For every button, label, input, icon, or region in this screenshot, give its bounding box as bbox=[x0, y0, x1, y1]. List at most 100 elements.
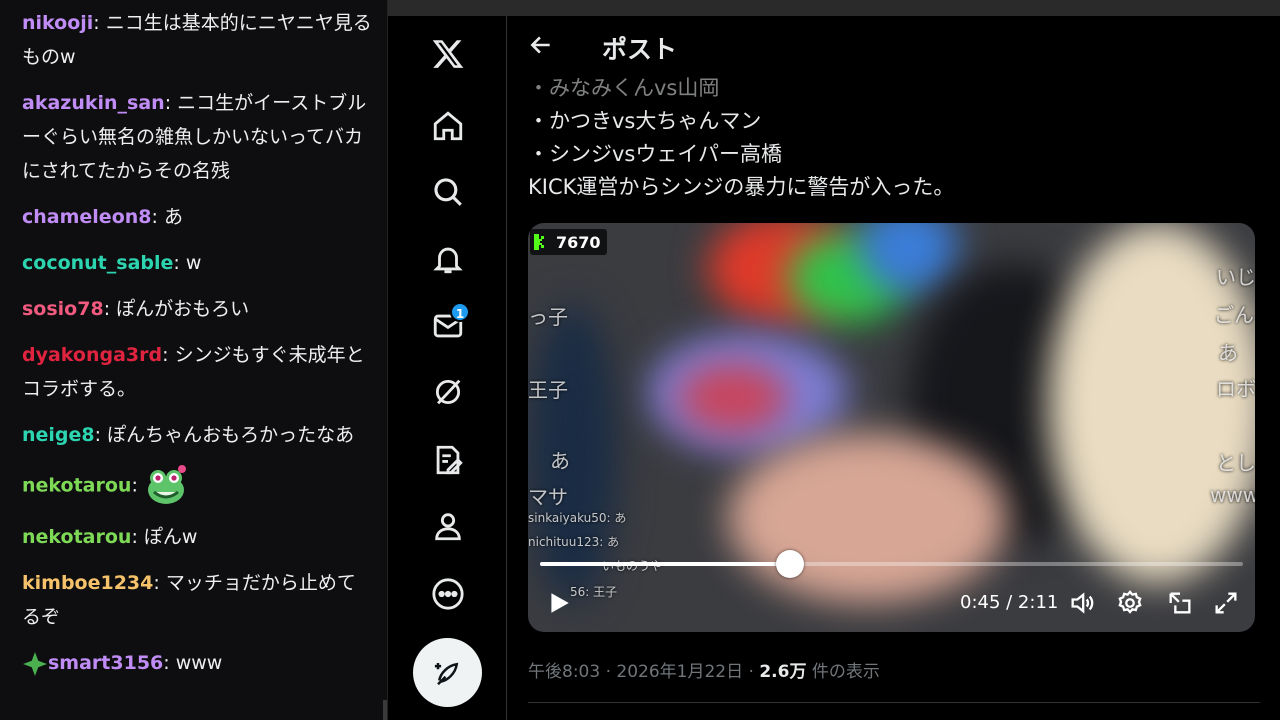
browser-top-strip bbox=[388, 0, 1280, 16]
chat-message: kimboe1234: マッチョだから止めてるぞ bbox=[22, 566, 373, 634]
chat-text: ぽんw bbox=[143, 526, 198, 548]
chat-username[interactable]: smart3156 bbox=[48, 652, 163, 674]
overlay-comment: sinkaiyaku50: あ bbox=[528, 511, 627, 525]
chat-colon: : bbox=[93, 12, 106, 34]
chat-message: chameleon8: あ bbox=[22, 200, 373, 234]
volume-icon[interactable] bbox=[1068, 589, 1096, 617]
overlay-comment: とし bbox=[1216, 451, 1255, 475]
meta-separator: · bbox=[748, 662, 754, 682]
chat-colon: : bbox=[153, 572, 166, 594]
chat-message: nikooji: ニコ生は基本的にニヤニヤ見るものw bbox=[22, 6, 373, 74]
profile-icon[interactable] bbox=[428, 506, 468, 546]
view-count: 2.6万 bbox=[759, 662, 807, 682]
home-icon[interactable] bbox=[428, 106, 468, 146]
post-time[interactable]: 午後8:03 bbox=[528, 662, 600, 682]
tweet-text: ・みなみくんvs山岡 ・かつきvs大ちゃんマン ・シンジvsウェイパー高橋 KI… bbox=[528, 76, 1268, 204]
chat-message: coconut_sable: w bbox=[22, 246, 373, 280]
chat-username[interactable]: akazukin_san bbox=[22, 92, 165, 114]
main-column: ポスト ・みなみくんvs山岡 ・かつきvs大ちゃんマン ・シンジvsウェイパー高… bbox=[508, 16, 1280, 720]
chat-message: akazukin_san: ニコ生がイーストブルーぐらい無名の雑魚しかいないって… bbox=[22, 86, 373, 188]
tweet-line: ・シンジvsウェイパー高橋 bbox=[528, 142, 782, 166]
chat-colon: : bbox=[94, 424, 108, 446]
video-player[interactable]: 7670 っ子 王子 あ マサ ロボ いじ ごん あ とし www sinkai… bbox=[528, 223, 1255, 632]
overlay-comment: ごん bbox=[1214, 303, 1254, 327]
x-logo-icon[interactable] bbox=[428, 34, 468, 74]
chat-text: ぽんちゃんおもろかったなあ bbox=[107, 424, 355, 446]
frog-emote-icon bbox=[147, 465, 186, 504]
overlay-comment: いじ bbox=[1216, 265, 1255, 289]
overlay-comment: 王子 bbox=[528, 378, 568, 402]
chat-username[interactable]: dyakonga3rd bbox=[22, 344, 162, 366]
x-sidebar-nav: 1 bbox=[388, 16, 507, 720]
overlay-comment: ロボ bbox=[1216, 377, 1255, 401]
chat-scrollbar[interactable] bbox=[383, 700, 387, 720]
chat-colon: : bbox=[131, 526, 144, 548]
chat-message: nekotarou: bbox=[22, 464, 373, 508]
video-progress-fill bbox=[540, 562, 791, 566]
kick-logo-icon bbox=[534, 234, 544, 250]
play-button[interactable] bbox=[546, 589, 572, 617]
explore-icon[interactable] bbox=[428, 172, 468, 212]
view-count-label: 件の表示 bbox=[811, 662, 880, 682]
compose-icon bbox=[434, 662, 458, 685]
overlay-comment: あ bbox=[1218, 341, 1238, 365]
overlay-comment: っ子 bbox=[528, 305, 568, 329]
chat-message-list: nikooji: ニコ生は基本的にニヤニヤ見るものw akazukin_san: … bbox=[0, 0, 387, 680]
settings-gear-icon[interactable] bbox=[1116, 589, 1144, 617]
chat-username[interactable]: coconut_sable bbox=[22, 252, 173, 274]
video-frame-blob bbox=[678, 363, 788, 433]
messages-icon[interactable]: 1 bbox=[428, 302, 470, 346]
chat-text: www bbox=[175, 652, 223, 674]
chat-colon: : bbox=[151, 206, 164, 228]
chat-colon: : bbox=[173, 252, 186, 274]
kick-viewer-count: 7670 bbox=[556, 232, 601, 252]
overlay-comment: あ bbox=[550, 449, 570, 473]
chat-message: nekotarou: ぽんw bbox=[22, 520, 373, 554]
notifications-icon[interactable] bbox=[428, 239, 468, 279]
chat-colon: : bbox=[162, 344, 175, 366]
messages-badge: 1 bbox=[450, 302, 470, 322]
chat-message: smart3156: www bbox=[22, 646, 373, 680]
post-meta: 午後8:03 · 2026年1月22日 · 2.6万 件の表示 bbox=[528, 657, 880, 682]
chat-colon: : bbox=[131, 474, 144, 497]
fullscreen-icon[interactable] bbox=[1212, 589, 1240, 617]
chat-colon: : bbox=[163, 652, 176, 674]
chat-message: dyakonga3rd: シンジもすぐ未成年とコラボする。 bbox=[22, 338, 373, 406]
chat-username[interactable]: nekotarou bbox=[22, 526, 131, 548]
tweet-line: KICK運営からシンジの暴力に警告が入った。 bbox=[528, 175, 955, 199]
tweet-line: ・みなみくんvs山岡 bbox=[528, 76, 720, 100]
tweet-line: ・かつきvs大ちゃんマン bbox=[528, 109, 762, 133]
grok-icon[interactable] bbox=[428, 372, 468, 412]
page-title: ポスト bbox=[602, 35, 678, 64]
back-arrow-icon[interactable] bbox=[528, 32, 554, 58]
overlay-comment: www bbox=[1210, 483, 1255, 507]
overlay-comment: 56: 王子 bbox=[570, 585, 618, 599]
chat-username[interactable]: nikooji bbox=[22, 12, 93, 34]
chat-text: あ bbox=[163, 206, 183, 228]
chat-colon: : bbox=[103, 298, 117, 320]
chat-text: w bbox=[185, 252, 202, 274]
video-time: 0:45 / 2:11 bbox=[960, 592, 1059, 613]
pip-icon[interactable] bbox=[1166, 589, 1194, 617]
video-progress-bar[interactable] bbox=[540, 550, 1243, 578]
chat-username[interactable]: kimboe1234 bbox=[22, 572, 153, 594]
star-badge-icon bbox=[23, 651, 47, 676]
post-header: ポスト bbox=[508, 16, 1280, 72]
overlay-comment: nichituu123: あ bbox=[528, 535, 620, 549]
chat-panel: nikooji: ニコ生は基本的にニヤニヤ見るものw akazukin_san: … bbox=[0, 0, 388, 720]
meta-separator: · bbox=[605, 662, 611, 682]
post-date[interactable]: 2026年1月22日 bbox=[616, 662, 743, 682]
compose-button[interactable] bbox=[413, 638, 482, 707]
overlay-comment: マサ bbox=[528, 485, 568, 509]
chat-text: ぽんがおもろい bbox=[116, 298, 250, 320]
divider bbox=[528, 702, 1260, 703]
chat-message: sosio78: ぽんがおもろい bbox=[22, 292, 373, 326]
premium-icon[interactable] bbox=[428, 440, 468, 480]
chat-username[interactable]: nekotarou bbox=[22, 475, 131, 497]
chat-username[interactable]: chameleon8 bbox=[22, 206, 152, 228]
video-frame-blob bbox=[728, 433, 1008, 603]
chat-colon: : bbox=[164, 92, 178, 114]
more-icon[interactable] bbox=[428, 574, 468, 614]
chat-username[interactable]: neige8 bbox=[22, 424, 95, 446]
chat-username[interactable]: sosio78 bbox=[22, 298, 104, 320]
